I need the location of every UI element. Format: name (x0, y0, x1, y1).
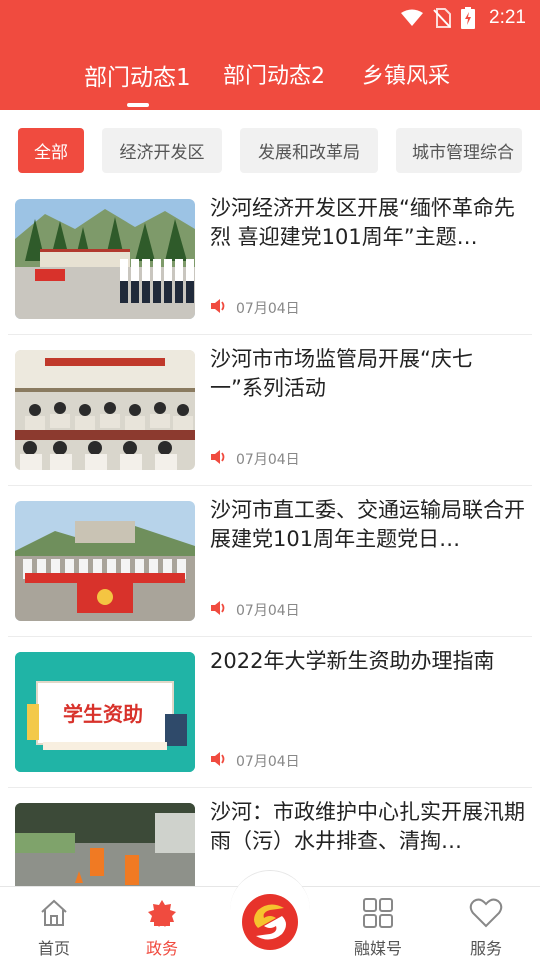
heart-icon (469, 897, 503, 929)
grid-icon (362, 897, 394, 929)
news-title[interactable]: 沙河市市场监管局开展“庆七一”系列活动 (210, 345, 525, 403)
government-icon (145, 897, 179, 929)
app-logo-icon[interactable] (240, 892, 300, 952)
news-meta: 07月04日 (210, 751, 300, 771)
wifi-icon (401, 9, 424, 27)
nav-government[interactable]: 政务 (122, 887, 202, 960)
news-date: 07月04日 (236, 754, 300, 770)
news-date: 07月04日 (236, 452, 300, 468)
chip-economic-development-zone[interactable]: 经济开发区 (102, 128, 222, 173)
speaker-icon[interactable] (210, 751, 228, 771)
news-list: 沙河经济开发区开展“缅怀革命先烈 喜迎建党101周年”主题… 07月04日 沙河… (0, 184, 540, 886)
nav-label: 融媒号 (353, 939, 402, 958)
news-thumbnail: 学生资助 (15, 652, 195, 772)
speaker-icon[interactable] (210, 449, 228, 469)
chip-all[interactable]: 全部 (18, 128, 84, 173)
speaker-icon[interactable] (210, 298, 228, 318)
chip-urban-management[interactable]: 城市管理综合 (396, 128, 522, 173)
news-thumbnail (15, 803, 195, 886)
news-meta: 07月04日 (210, 449, 300, 469)
news-thumbnail (15, 350, 195, 470)
news-item[interactable]: 学生资助 2022年大学新生资助办理指南 07月04日 (0, 637, 540, 788)
tab-department-news-2[interactable]: 部门动态2 (223, 58, 325, 90)
top-tab-bar: 部门动态1 部门动态2 乡镇风采 (0, 50, 540, 106)
nav-home[interactable]: 首页 (14, 887, 94, 960)
battery-charging-icon (461, 7, 476, 29)
nav-label: 服务 (469, 939, 502, 958)
app-header: 2:21 部门动态1 部门动态2 乡镇风采 (0, 0, 540, 110)
news-meta: 07月04日 (210, 298, 300, 318)
nav-label: 首页 (37, 939, 70, 958)
status-time: 2:21 (489, 7, 526, 28)
no-sim-icon (433, 8, 452, 28)
category-chip-bar: 全部 经济开发区 发展和改革局 城市管理综合 (0, 128, 540, 174)
student-aid-label: 学生资助 (63, 702, 143, 726)
active-tab-indicator (127, 103, 149, 107)
chip-development-reform-bureau[interactable]: 发展和改革局 (240, 128, 378, 173)
news-item[interactable]: 沙河市市场监管局开展“庆七一”系列活动 07月04日 (0, 335, 540, 486)
status-bar: 2:21 (0, 0, 540, 36)
news-title[interactable]: 2022年大学新生资助办理指南 (210, 647, 525, 676)
nav-label: 政务 (145, 939, 178, 958)
news-title[interactable]: 沙河经济开发区开展“缅怀革命先烈 喜迎建党101周年”主题… (210, 194, 525, 252)
news-meta: 07月04日 (210, 600, 300, 620)
news-thumbnail (15, 501, 195, 621)
speaker-icon[interactable] (210, 600, 228, 620)
news-thumbnail (15, 199, 195, 319)
tab-department-news-1[interactable]: 部门动态1 (84, 58, 191, 92)
home-icon (39, 897, 69, 929)
nav-media[interactable]: 融媒号 (338, 887, 418, 960)
news-date: 07月04日 (236, 301, 300, 317)
news-item[interactable]: 沙河经济开发区开展“缅怀革命先烈 喜迎建党101周年”主题… 07月04日 (0, 184, 540, 335)
news-title[interactable]: 沙河：市政维护中心扎实开展汛期雨（污）水井排查、清掏… (210, 798, 525, 856)
tab-township-showcase[interactable]: 乡镇风采 (362, 58, 450, 90)
news-item[interactable]: 沙河市直工委、交通运输局联合开展建党101周年主题党日… 07月04日 (0, 486, 540, 637)
news-title[interactable]: 沙河市直工委、交通运输局联合开展建党101周年主题党日… (210, 496, 525, 554)
news-date: 07月04日 (236, 603, 300, 619)
nav-service[interactable]: 服务 (446, 887, 526, 960)
